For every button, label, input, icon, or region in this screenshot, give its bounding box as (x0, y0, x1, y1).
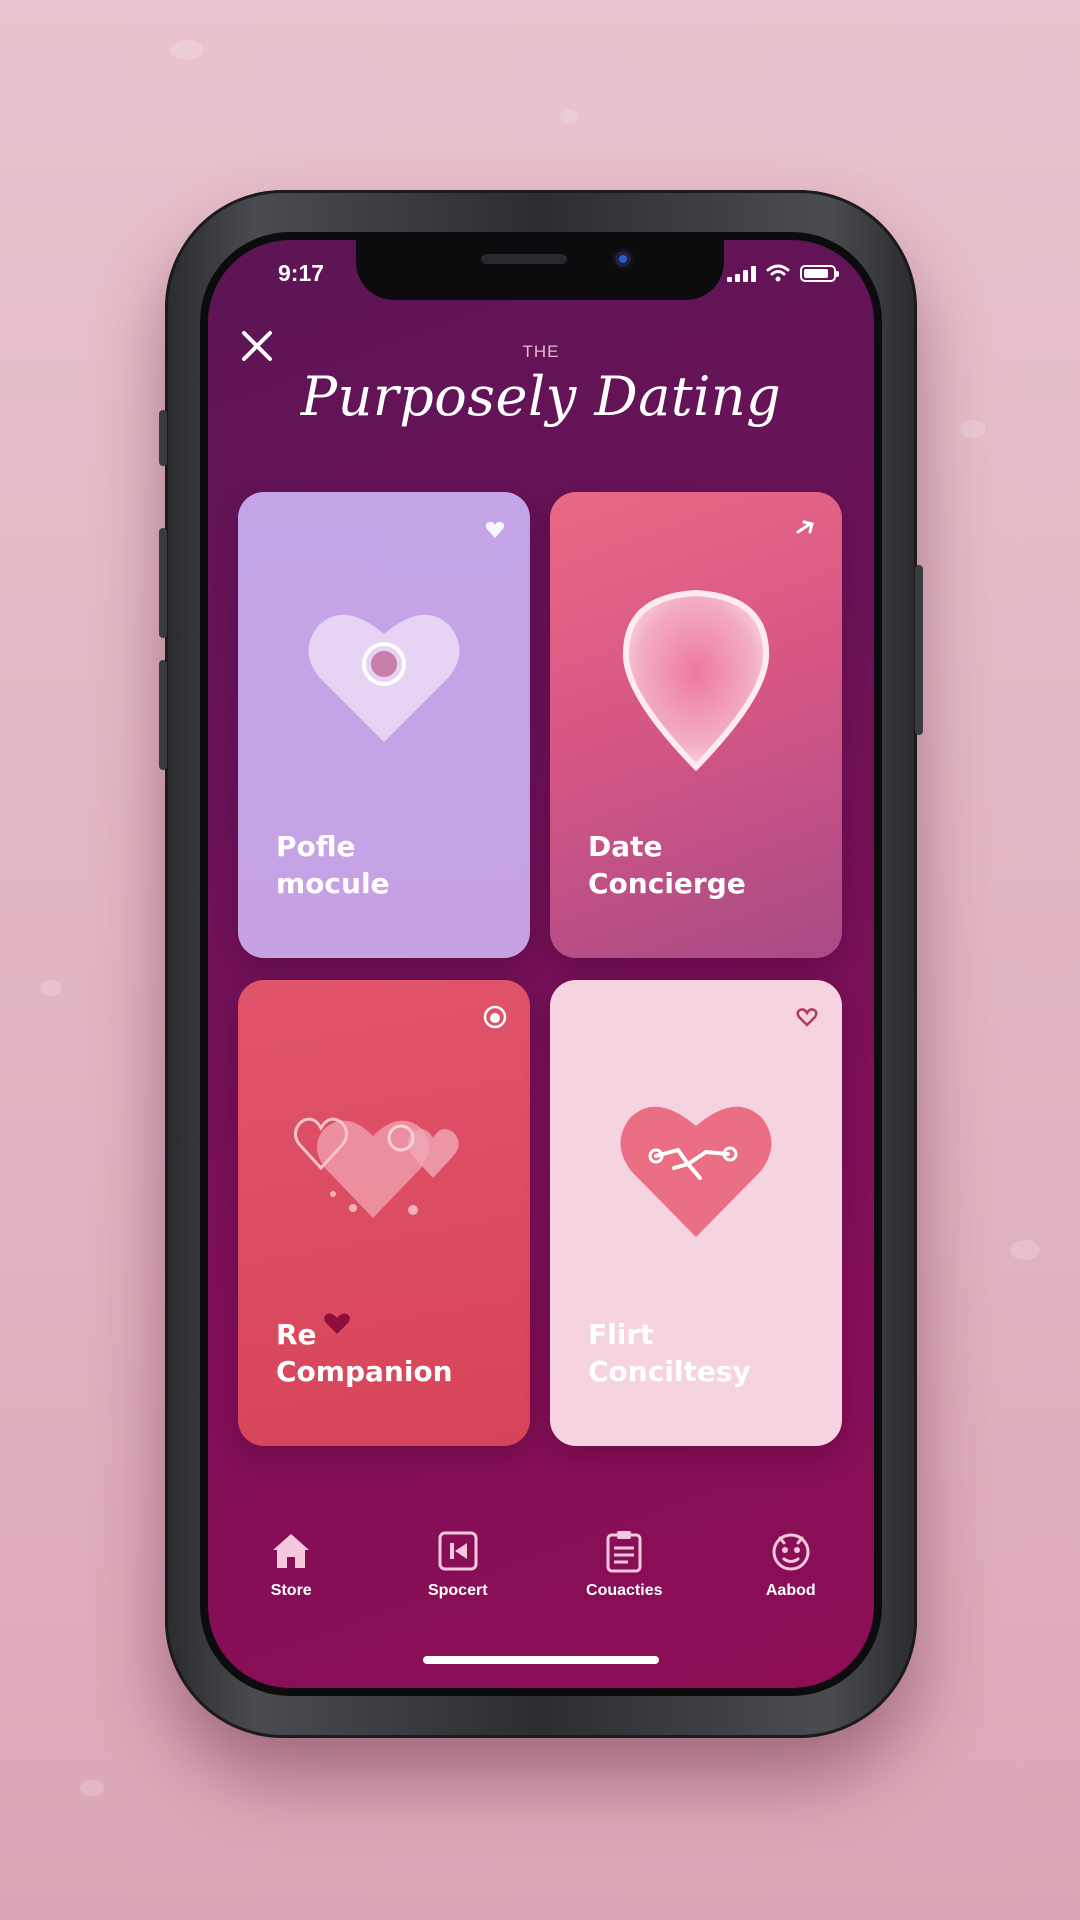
ring-icon (483, 1005, 507, 1029)
card-flirt-concierge[interactable]: Flirt Conciltesy (550, 980, 842, 1446)
face-icon (772, 1533, 810, 1571)
volume-up-button (159, 528, 167, 638)
background-decoration (170, 40, 204, 60)
sparkle-heart-icon (485, 521, 505, 538)
background-decoration (560, 110, 578, 124)
background-decoration (40, 980, 62, 996)
power-button (915, 565, 923, 735)
nav-label: Couacties (586, 1582, 663, 1599)
nav-item-couacties[interactable]: Couacties (549, 1528, 699, 1618)
background-decoration (960, 420, 986, 438)
nav-label: Store (270, 1582, 312, 1599)
card-title-line: mocule (276, 867, 390, 900)
card-title-line: Concierge (588, 867, 746, 900)
card-companion[interactable]: Re Companion (238, 980, 530, 1446)
card-title-line: Companion (276, 1355, 453, 1388)
card-title: Date Concierge (588, 828, 746, 902)
page-title: Purposely Dating (300, 365, 782, 428)
card-title-line: Pofle (276, 830, 356, 863)
arrow-icon (796, 520, 814, 534)
card-title: Re Companion (276, 1316, 453, 1390)
nav-item-aabod[interactable]: Aabod (716, 1528, 866, 1618)
home-icon (273, 1534, 310, 1568)
nav-label: Aabod (765, 1582, 816, 1599)
card-title-line: Re (276, 1318, 317, 1351)
card-title: Pofle mocule (276, 828, 390, 902)
heart-outline-icon (796, 1008, 818, 1027)
app-screen: 9:17 THE Purposely Dating Pofle mocule D… (208, 240, 874, 1688)
heart-icon (308, 614, 460, 742)
card-title-line: Conciltesy (588, 1355, 751, 1388)
heart-balloon-icon (622, 589, 770, 772)
card-title: Flirt Conciltesy (588, 1316, 751, 1390)
battery-icon (800, 265, 839, 282)
status-time: 9:17 (278, 260, 325, 286)
phone-frame: 9:17 THE Purposely Dating Pofle mocule D… (159, 190, 923, 1738)
header-prefix: THE (522, 342, 560, 361)
mute-switch (159, 410, 167, 466)
background-decoration (1010, 1240, 1040, 1260)
screen-bezel: 9:17 THE Purposely Dating Pofle mocule D… (200, 232, 882, 1696)
clipboard-icon (606, 1531, 642, 1573)
signal-icon (727, 266, 756, 282)
background-decoration (80, 1780, 104, 1796)
card-title-line: Date (588, 830, 663, 863)
front-camera (612, 248, 634, 270)
status-icons (727, 264, 839, 282)
nav-item-store[interactable]: Store (216, 1528, 366, 1618)
hearts-cluster-icon (294, 1117, 459, 1218)
nav-label: Spocert (427, 1582, 488, 1599)
nav-item-spocert[interactable]: Spocert (383, 1528, 533, 1618)
heart-link-icon (620, 1106, 772, 1237)
wifi-icon (766, 264, 790, 282)
media-icon (438, 1531, 478, 1571)
home-indicator[interactable] (423, 1656, 659, 1664)
card-date-concierge[interactable]: Date Concierge (550, 492, 842, 958)
bottom-nav: Store Spocert Couacties Aabod (208, 1528, 874, 1618)
volume-down-button (159, 660, 167, 770)
earpiece (481, 254, 567, 264)
card-title-line: Flirt (588, 1318, 654, 1351)
notch (356, 240, 724, 300)
card-profile-module[interactable]: Pofle mocule (238, 492, 530, 958)
